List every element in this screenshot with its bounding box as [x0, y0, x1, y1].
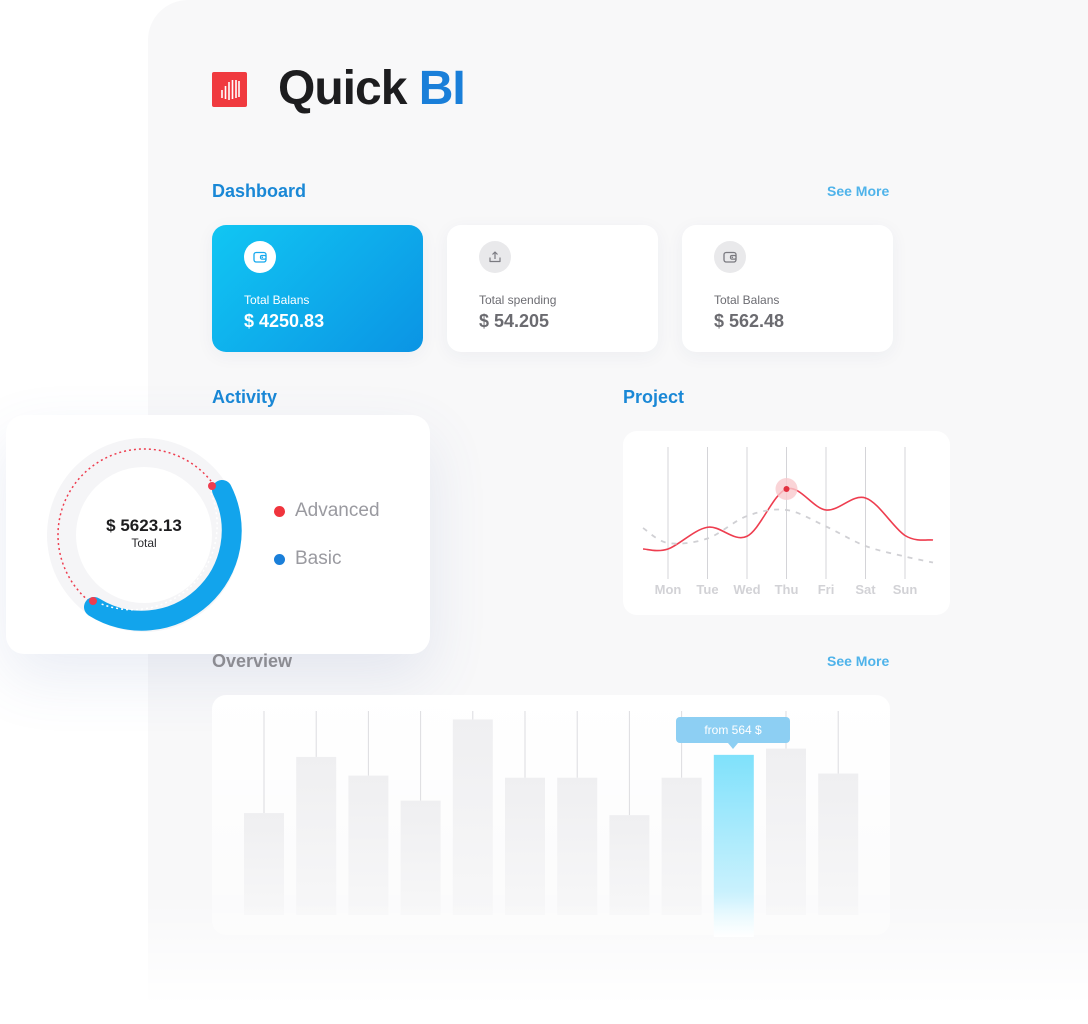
- upload-icon: [479, 241, 511, 273]
- arc-marker: [89, 597, 97, 605]
- card-value: $ 4250.83: [244, 311, 325, 331]
- x-tick-label: Mon: [655, 582, 682, 597]
- app-title-part2: BI: [418, 62, 466, 115]
- total-spending-card[interactable]: Total spending $ 54.205: [447, 225, 658, 352]
- x-tick-label: Thu: [775, 582, 799, 597]
- highlight-point[interactable]: [783, 486, 790, 492]
- bottom-fade: [148, 900, 1088, 1024]
- bar[interactable]: [818, 773, 859, 915]
- legend-dot: [274, 505, 285, 517]
- tooltip-arrow: [728, 743, 738, 749]
- bar[interactable]: [766, 748, 806, 915]
- x-tick-label: Fri: [818, 582, 835, 597]
- legend-basic: Basic: [274, 548, 341, 570]
- wallet-icon: [714, 241, 746, 273]
- wallet-icon: [244, 241, 276, 273]
- overview-title: Overview: [212, 651, 293, 671]
- x-tick-label: Tue: [696, 582, 718, 597]
- dashboard-see-more-link[interactable]: See More: [827, 183, 889, 199]
- activity-title: Activity: [212, 387, 278, 407]
- total-balans-card-2[interactable]: Total Balans $ 562.48: [682, 225, 893, 352]
- dashboard-title: Dashboard: [212, 181, 307, 201]
- project-line-chart: Mon Tue Wed Thu Fri Sat Sun: [642, 447, 934, 597]
- logo-icon: [212, 72, 247, 107]
- bar[interactable]: [452, 719, 493, 915]
- legend-label: Advanced: [295, 500, 380, 521]
- legend-dot: [274, 553, 285, 565]
- bar[interactable]: [505, 777, 545, 915]
- card-label: Total Balans: [714, 293, 780, 307]
- bar[interactable]: [661, 777, 702, 915]
- x-tick-label: Sat: [855, 582, 876, 597]
- card-label: Total Balans: [244, 293, 310, 307]
- app-title: Quick BI: [278, 60, 466, 118]
- bar[interactable]: [557, 777, 598, 915]
- card-value: $ 54.205: [479, 311, 550, 331]
- overview-tooltip: from 564 $: [676, 717, 790, 743]
- bar[interactable]: [400, 800, 441, 915]
- bar[interactable]: [348, 775, 389, 915]
- donut-total-label: Total: [131, 536, 157, 550]
- legend-label: Basic: [295, 548, 342, 569]
- total-balans-card[interactable]: Total Balans $ 4250.83: [212, 225, 423, 352]
- x-tick-label: Sun: [893, 582, 918, 597]
- series-line-secondary: [642, 508, 934, 564]
- app-title-part1: Quick: [278, 62, 407, 115]
- overview-see-more-link[interactable]: See More: [827, 653, 889, 669]
- bar[interactable]: [296, 756, 337, 915]
- card-label: Total spending: [479, 293, 557, 307]
- arc-marker: [208, 482, 216, 490]
- card-value: $ 562.48: [714, 311, 785, 331]
- project-title: Project: [623, 387, 685, 407]
- x-tick-label: Wed: [733, 582, 760, 597]
- donut-total-value: $ 5623.13: [106, 516, 182, 535]
- legend-advanced: Advanced: [274, 500, 380, 522]
